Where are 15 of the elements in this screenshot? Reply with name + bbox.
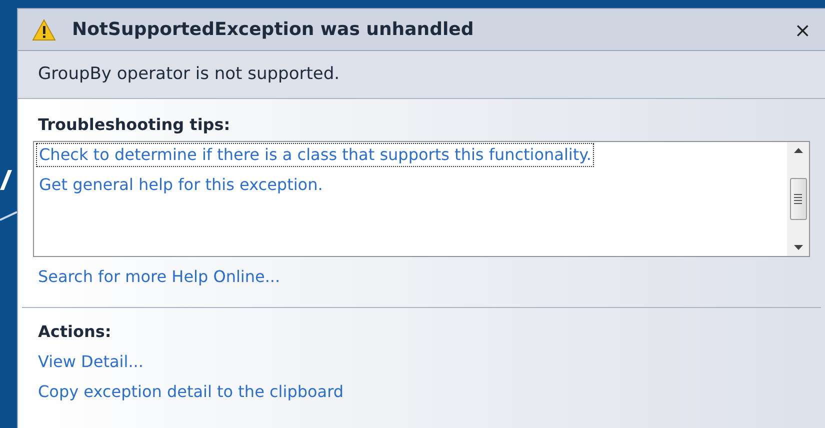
action-link[interactable]: View Detail... — [38, 350, 144, 374]
tip-link[interactable]: Get general help for this exception. — [37, 174, 325, 196]
section-heading: Troubleshooting tips: — [37, 114, 232, 136]
scrollbar[interactable] — [787, 142, 809, 256]
scroll-up-icon[interactable] — [794, 148, 802, 153]
tip-link[interactable]: Check to determine if there is a class that supports this functionality. — [37, 144, 594, 166]
section-heading: Actions: — [38, 321, 112, 343]
dialog-title: NotSupportedException was unhandled — [72, 18, 475, 42]
close-button[interactable]: × — [788, 14, 817, 44]
action-link[interactable]: Copy exception detail to the clipboard — [38, 380, 344, 404]
warning-icon — [32, 18, 56, 40]
scroll-thumb[interactable] — [790, 178, 806, 220]
search-help-link[interactable]: Search for more Help Online... — [33, 265, 286, 289]
exception-message: GroupBy operator is not supported. — [38, 62, 340, 86]
scroll-down-icon[interactable] — [794, 245, 802, 250]
